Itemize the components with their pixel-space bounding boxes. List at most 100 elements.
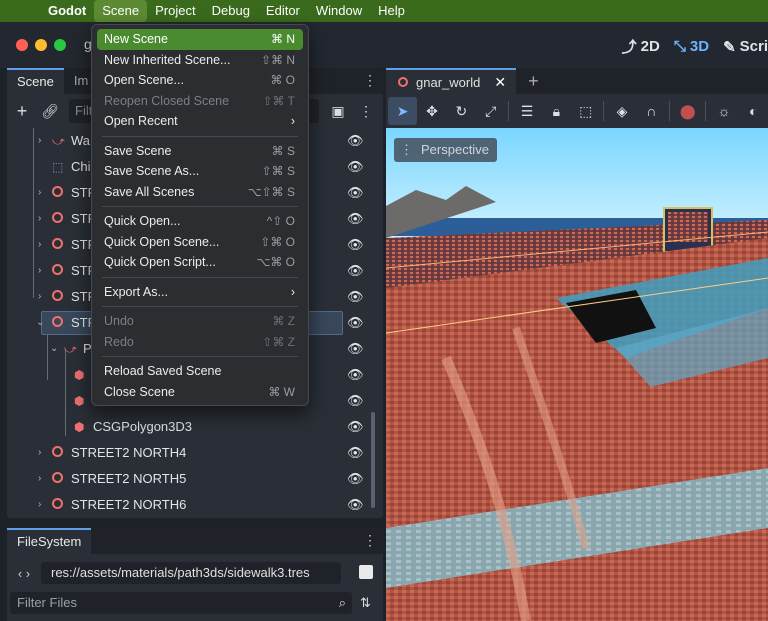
tree-row[interactable]: › STREET2 NORTH5 👁︎: [7, 466, 364, 492]
menu-item-save-scene[interactable]: Save Scene ⌘ S: [97, 141, 303, 162]
path-input[interactable]: res://assets/materials/path3ds/sidewalk3…: [41, 562, 341, 584]
expand-arrow-icon[interactable]: ›: [38, 284, 41, 310]
expand-arrow-icon[interactable]: ›: [38, 466, 41, 492]
visibility-eye-icon[interactable]: 👁︎: [347, 206, 364, 232]
menu-item-label: Quick Open...: [104, 214, 181, 228]
filter-files-input[interactable]: Filter Files ⌕: [10, 592, 352, 614]
menu-item-label: Undo: [104, 314, 134, 328]
visibility-eye-icon[interactable]: 👁︎: [347, 128, 364, 154]
visibility-eye-icon[interactable]: 👁︎: [347, 336, 364, 362]
add-node-icon[interactable]: +: [13, 101, 31, 122]
snap-icon[interactable]: ∩: [637, 97, 666, 125]
menu-item-label: Reload Saved Scene: [104, 364, 222, 378]
perspective-menu-button[interactable]: ⋮ Perspective: [394, 138, 497, 162]
add-script-icon[interactable]: ▣: [329, 103, 347, 120]
dock-options-icon[interactable]: ⋮: [363, 532, 377, 549]
node-label: STREET2 NORTH6: [71, 497, 187, 512]
environment-preview-icon[interactable]: ◐: [739, 97, 768, 125]
menu-item-shortcut: ⇧⌘ Z: [262, 334, 295, 349]
select-tool-icon[interactable]: ➤: [388, 97, 418, 125]
tree-row[interactable]: › STREET2 NORTH4 👁︎: [7, 440, 364, 466]
expand-arrow-icon[interactable]: ›: [38, 232, 41, 258]
visibility-eye-icon[interactable]: 👁︎: [347, 466, 364, 492]
menu-item-open-recent[interactable]: Open Recent ›: [97, 111, 303, 132]
tree-row[interactable]: › STREET2 NORTH6 👁︎: [7, 492, 364, 512]
menu-item-new-scene[interactable]: New Scene ⌘ N: [97, 29, 303, 50]
dock-options-icon[interactable]: ⋮: [363, 72, 377, 89]
visibility-eye-icon[interactable]: 👁︎: [347, 180, 364, 206]
menu-item-save-all-scenes[interactable]: Save All Scenes ⌥⇧⌘ S: [97, 182, 303, 203]
local-space-icon[interactable]: ◈: [607, 97, 636, 125]
menu-item-shortcut: ⌥⌘ O: [256, 255, 296, 269]
instance-scene-icon[interactable]: 🔗︎: [41, 103, 59, 120]
menu-project[interactable]: Project: [147, 0, 203, 22]
3d-viewport[interactable]: ⋮ Perspective: [386, 128, 768, 621]
visibility-eye-icon[interactable]: 👁︎: [347, 440, 364, 466]
scene-tree-options-icon[interactable]: ⋮: [357, 103, 375, 120]
lock-icon[interactable]: 🔒︎: [542, 97, 571, 125]
sort-icon[interactable]: ⇅: [360, 595, 371, 611]
visibility-eye-icon[interactable]: 👁︎: [347, 258, 364, 284]
menu-app-godot[interactable]: Godot: [40, 0, 94, 22]
visibility-eye-icon[interactable]: 👁︎: [347, 284, 364, 310]
scale-tool-icon[interactable]: ⤢: [476, 97, 505, 125]
visibility-eye-icon[interactable]: 👁︎: [347, 388, 364, 414]
visibility-eye-icon[interactable]: 👁︎: [347, 414, 364, 440]
toolbar-separator: [669, 101, 671, 121]
scene-tab-label: gnar_world: [416, 74, 481, 90]
tab-filesystem[interactable]: FileSystem: [7, 528, 92, 554]
menu-item-reload-saved-scene[interactable]: Reload Saved Scene: [97, 361, 303, 382]
sun-preview-icon[interactable]: ☼: [709, 97, 738, 125]
camera-override-icon[interactable]: ⬤: [673, 97, 702, 125]
menu-editor[interactable]: Editor: [258, 0, 308, 22]
mode-2d-button[interactable]: ⤴ 2D: [622, 36, 660, 57]
split-mode-toggle[interactable]: [359, 565, 373, 579]
menu-window[interactable]: Window: [308, 0, 370, 22]
menu-debug[interactable]: Debug: [204, 0, 258, 22]
menu-item-quick-open[interactable]: Quick Open... ^⇧ O: [97, 211, 303, 232]
scene-tab-gnar-world[interactable]: gnar_world ✕: [386, 68, 517, 94]
menu-item-quick-open-scene[interactable]: Quick Open Scene... ⇧⌘ O: [97, 232, 303, 253]
node3d-icon: [398, 77, 408, 87]
collapse-arrow-icon[interactable]: ⌄: [50, 336, 58, 362]
scene-tree-scrollbar[interactable]: [371, 412, 375, 508]
menu-item-shortcut: ⇧⌘ T: [262, 93, 295, 108]
menu-item-save-scene-as[interactable]: Save Scene As... ⇧⌘ S: [97, 161, 303, 182]
history-nav-icon[interactable]: ‹ ›: [7, 566, 41, 581]
move-tool-icon[interactable]: ✥: [417, 97, 446, 125]
tree-row[interactable]: ⬢ CSGPolygon3D3 👁︎: [7, 414, 364, 440]
menu-help[interactable]: Help: [370, 0, 413, 22]
visibility-eye-icon[interactable]: 👁︎: [347, 310, 364, 336]
expand-arrow-icon[interactable]: ›: [38, 440, 41, 466]
mode-script-button[interactable]: ✎ Scri: [723, 36, 768, 57]
viewport-render: [386, 128, 768, 621]
add-scene-tab-icon[interactable]: +: [516, 68, 551, 94]
list-select-icon[interactable]: ☰: [512, 97, 541, 125]
menu-item-open-scene[interactable]: Open Scene... ⌘ O: [97, 70, 303, 91]
group-icon[interactable]: ⬚: [571, 97, 600, 125]
expand-arrow-icon[interactable]: ›: [38, 180, 41, 206]
mode-3d-button[interactable]: ⤡ 3D: [674, 36, 709, 57]
expand-arrow-icon[interactable]: ›: [38, 492, 41, 512]
expand-arrow-icon[interactable]: ›: [38, 206, 41, 232]
visibility-eye-icon[interactable]: 👁︎: [347, 492, 364, 512]
zoom-window-button[interactable]: [54, 39, 66, 51]
close-icon[interactable]: ✕: [494, 74, 506, 91]
visibility-eye-icon[interactable]: 👁︎: [347, 154, 364, 180]
collapse-arrow-icon[interactable]: ⌄: [36, 310, 44, 336]
expand-arrow-icon[interactable]: ›: [38, 258, 41, 284]
menu-scene[interactable]: Scene: [94, 0, 148, 22]
minimize-window-button[interactable]: [35, 39, 47, 51]
menu-item-new-inherited-scene[interactable]: New Inherited Scene... ⇧⌘ N: [97, 50, 303, 71]
menu-item-close-scene[interactable]: Close Scene ⌘ W: [97, 382, 303, 403]
rotate-tool-icon[interactable]: ↻: [447, 97, 476, 125]
menu-item-export-as[interactable]: Export As... ›: [97, 282, 303, 303]
visibility-eye-icon[interactable]: 👁︎: [347, 362, 364, 388]
visibility-eye-icon[interactable]: 👁︎: [347, 232, 364, 258]
menu-item-label: Open Recent: [104, 114, 178, 128]
path-icon: ⤻: [52, 134, 65, 148]
expand-arrow-icon[interactable]: ›: [38, 128, 41, 154]
tab-scene[interactable]: Scene: [7, 68, 64, 94]
menu-item-quick-open-script[interactable]: Quick Open Script... ⌥⌘ O: [97, 252, 303, 273]
close-window-button[interactable]: [16, 39, 28, 51]
